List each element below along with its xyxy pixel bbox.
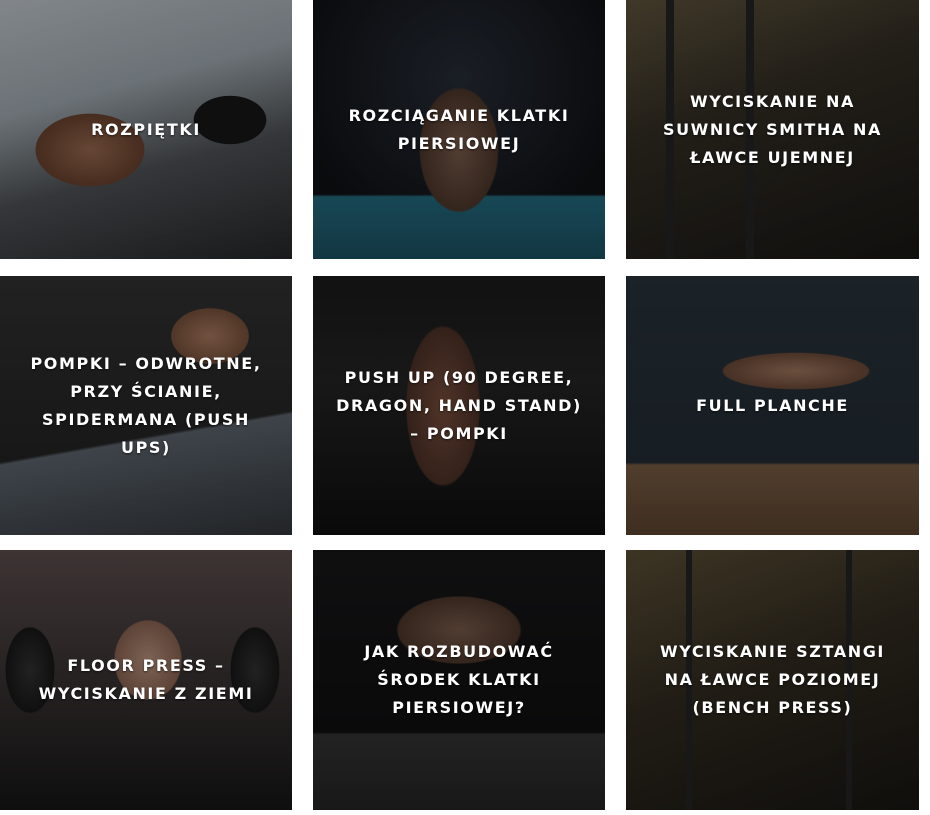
card-title: POMPKI – ODWROTNE, PRZY ŚCIANIE, SPIDERM…: [30, 353, 262, 457]
exercise-card-pompki[interactable]: POMPKI – ODWROTNE, PRZY ŚCIANIE, SPIDERM…: [0, 276, 292, 535]
exercise-grid: ROZPIĘTKI ROZCIĄGANIE KLATKI PIERSIOWEJ …: [0, 0, 930, 815]
card-title: FLOOR PRESS – WYCISKANIE Z ZIEMI: [38, 656, 254, 703]
exercise-card-srodek-klatki[interactable]: JAK ROZBUDOWAĆ ŚRODEK KLATKI PIERSIOWEJ?: [313, 550, 605, 810]
exercise-card-bench-press[interactable]: WYCISKANIE SZTANGI NA ŁAWCE POZIOMEJ (BE…: [626, 550, 919, 810]
card-title: FULL PLANCHE: [696, 395, 849, 415]
card-title: ROZCIĄGANIE KLATKI PIERSIOWEJ: [348, 105, 570, 153]
exercise-card-full-planche[interactable]: FULL PLANCHE: [626, 276, 919, 535]
exercise-card-rozpietki[interactable]: ROZPIĘTKI: [0, 0, 292, 259]
card-title: WYCISKANIE SZTANGI NA ŁAWCE POZIOMEJ (BE…: [660, 642, 885, 717]
card-title: ROZPIĘTKI: [91, 119, 201, 139]
exercise-card-suwnica-smitha[interactable]: WYCISKANIE NA SUWNICY SMITHA NA ŁAWCE UJ…: [626, 0, 919, 259]
exercise-card-floor-press[interactable]: FLOOR PRESS – WYCISKANIE Z ZIEMI: [0, 550, 292, 810]
exercise-card-push-up[interactable]: PUSH UP (90 DEGREE, DRAGON, HAND STAND) …: [313, 276, 605, 535]
card-title: PUSH UP (90 DEGREE, DRAGON, HAND STAND) …: [336, 367, 582, 443]
card-title: WYCISKANIE NA SUWNICY SMITHA NA ŁAWCE UJ…: [662, 91, 883, 167]
exercise-card-rozciaganie[interactable]: ROZCIĄGANIE KLATKI PIERSIOWEJ: [313, 0, 605, 259]
card-title: JAK ROZBUDOWAĆ ŚRODEK KLATKI PIERSIOWEJ?: [364, 642, 554, 717]
